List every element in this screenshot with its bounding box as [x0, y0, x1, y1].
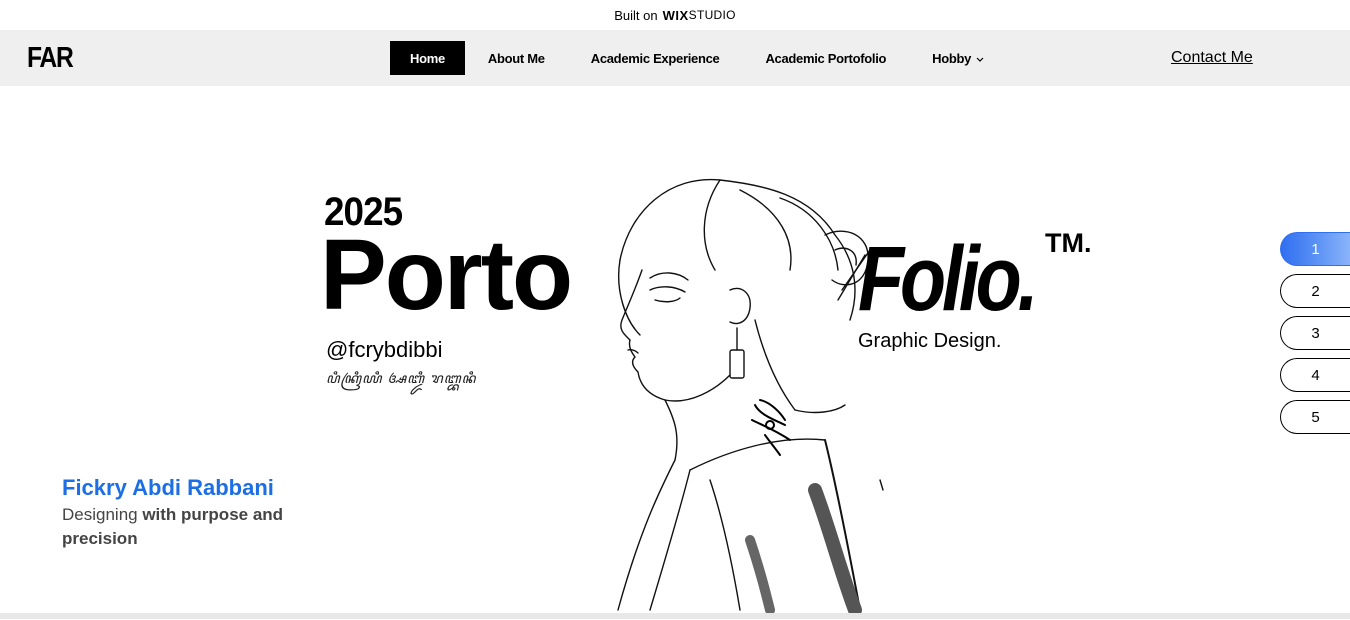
- trademark-text: TM.: [1045, 228, 1092, 258]
- section-pager: 1 2 3 4 5: [1280, 232, 1350, 442]
- bottom-divider: [0, 613, 1350, 619]
- pager-button-4[interactable]: 4: [1280, 358, 1350, 392]
- chevron-down-icon: [976, 51, 984, 66]
- built-on-text: Built on: [614, 7, 658, 23]
- pager-label: 3: [1311, 324, 1320, 342]
- wix-studio-text: STUDIO: [688, 8, 736, 22]
- pager-label: 2: [1311, 282, 1320, 300]
- nav-label: Hobby: [932, 50, 972, 66]
- nav-label: About Me: [487, 50, 545, 66]
- author-tagline: Designing with purpose and precision: [62, 503, 302, 551]
- pager-button-1[interactable]: 1: [1280, 232, 1350, 266]
- pager-label: 1: [1311, 240, 1320, 258]
- site-header: FAR Home About Me Academic Experience Ac…: [0, 30, 1350, 86]
- pager-label: 4: [1311, 366, 1320, 384]
- main-nav: Home About Me Academic Experience Academ…: [390, 41, 1007, 75]
- hero-folio-title: Folio.: [858, 228, 1039, 330]
- wix-banner[interactable]: Built on WIX STUDIO: [0, 0, 1350, 30]
- pager-label: 5: [1311, 408, 1320, 426]
- nav-label: Academic Experience: [590, 50, 720, 66]
- social-handle: @fcrybdibbi: [326, 337, 443, 362]
- javanese-script-name: ꦥꦶꦏꦿꦶꦪꦶ ꦄꦧ꧀ꦢꦶ ꦫꦧ꧀ꦧꦤꦶ: [326, 370, 477, 386]
- site-logo[interactable]: FAR: [27, 42, 74, 75]
- nav-item-home[interactable]: Home: [390, 41, 465, 75]
- nav-item-academic-portofolio[interactable]: Academic Portofolio: [742, 41, 909, 75]
- nav-item-about-me[interactable]: About Me: [465, 41, 568, 75]
- author-name: Fickry Abdi Rabbani: [62, 475, 274, 500]
- nav-label: Academic Portofolio: [765, 50, 887, 66]
- wix-logo: WIX: [662, 7, 689, 23]
- hero-porto-title: Porto: [320, 219, 573, 331]
- woman-profile-illustration: [580, 150, 910, 617]
- tagline-prefix: Designing: [62, 505, 143, 524]
- pager-button-2[interactable]: 2: [1280, 274, 1350, 308]
- hero-subtitle: Graphic Design.: [858, 330, 1002, 352]
- pager-button-5[interactable]: 5: [1280, 400, 1350, 434]
- nav-item-hobby[interactable]: Hobby: [909, 41, 1007, 75]
- nav-item-academic-experience[interactable]: Academic Experience: [568, 41, 743, 75]
- nav-label: Home: [410, 50, 445, 66]
- pager-button-3[interactable]: 3: [1280, 316, 1350, 350]
- contact-me-link[interactable]: Contact Me: [1171, 49, 1253, 67]
